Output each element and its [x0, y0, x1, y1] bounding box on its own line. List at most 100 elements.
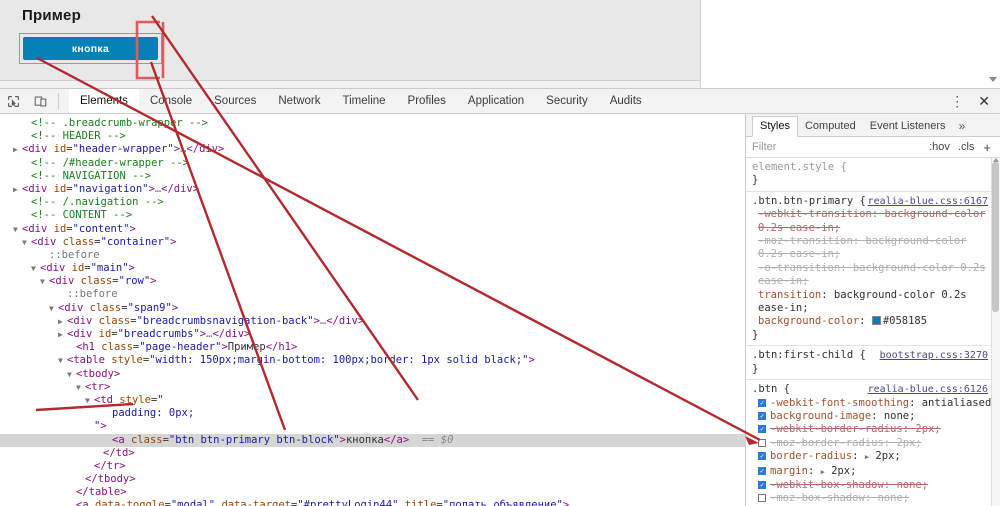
style-declaration[interactable]: -moz-transition: background-color 0.2s e…: [752, 235, 998, 262]
style-declaration[interactable]: background-image: none;: [752, 410, 998, 423]
dom-node-line[interactable]: ▼ <div class="container">: [0, 236, 745, 249]
style-declaration[interactable]: -webkit-border-radius: 2px;: [752, 423, 998, 436]
dom-node-line[interactable]: ▼ <div id="main">: [0, 262, 745, 275]
declaration-checkbox[interactable]: [758, 398, 766, 408]
expand-triangle-icon[interactable]: ▶: [821, 466, 825, 479]
tab-application[interactable]: Application: [457, 89, 535, 113]
style-declaration[interactable]: -webkit-transition: background-color 0.2…: [752, 208, 998, 235]
style-rule-selector[interactable]: .btn {: [752, 383, 790, 396]
dom-node-line[interactable]: ">: [0, 420, 745, 433]
cls-toggle-button[interactable]: .cls: [954, 141, 979, 153]
dom-node-line[interactable]: <!-- /.navigation -->: [0, 196, 745, 209]
disclosure-triangle-icon[interactable]: ▼: [76, 381, 85, 394]
style-rule-selector[interactable]: .btn:first-child {: [752, 349, 866, 362]
declaration-checkbox[interactable]: [758, 451, 766, 461]
dom-node-line[interactable]: ::before: [0, 249, 745, 262]
dom-tree[interactable]: <!-- .breadcrumb-wrapper --> <!-- HEADER …: [0, 115, 745, 506]
dom-node-line[interactable]: <!-- HEADER -->: [0, 130, 745, 143]
dom-node-line[interactable]: ▼ <div class="span9">: [0, 302, 745, 315]
stylesheet-source-link[interactable]: realia-blue.css:6126: [868, 383, 998, 396]
dom-node-line[interactable]: </tbody>: [0, 473, 745, 486]
tab-sources[interactable]: Sources: [203, 89, 267, 113]
dom-node-line[interactable]: </td>: [0, 447, 745, 460]
new-style-rule-button[interactable]: +: [978, 141, 994, 154]
color-swatch[interactable]: [871, 316, 881, 326]
style-rule[interactable]: .btn:first-child {bootstrap.css:3270}: [746, 345, 1000, 376]
disclosure-triangle-icon[interactable]: ▶: [58, 328, 67, 341]
vertical-dots-icon[interactable]: ⋮: [944, 94, 970, 108]
close-icon[interactable]: ✕: [972, 93, 996, 110]
dom-node-line[interactable]: <!-- CONTENT -->: [0, 209, 745, 222]
disclosure-triangle-icon[interactable]: ▶: [13, 143, 22, 156]
dom-node-line[interactable]: <h1 class="page-header">Пример</h1>: [0, 341, 745, 354]
tab-computed[interactable]: Computed: [798, 117, 863, 136]
style-rule-selector[interactable]: .btn.btn-primary {: [752, 195, 866, 208]
style-declaration[interactable]: -moz-box-shadow: none;: [752, 492, 998, 505]
dom-node-line[interactable]: </table>: [0, 486, 745, 499]
hov-toggle-button[interactable]: :hov: [925, 141, 954, 153]
disclosure-triangle-icon[interactable]: ▼: [22, 236, 31, 249]
style-declaration[interactable]: background-color: #058185: [752, 315, 998, 328]
dom-node-line[interactable]: ▼ <tr>: [0, 381, 745, 394]
more-tabs-icon[interactable]: »: [953, 116, 972, 136]
disclosure-triangle-icon[interactable]: ▼: [31, 262, 40, 275]
device-toolbar-icon[interactable]: [27, 89, 54, 113]
disclosure-triangle-icon[interactable]: ▼: [58, 354, 67, 367]
dom-node-line[interactable]: <!-- /#header-wrapper -->: [0, 157, 745, 170]
primary-button[interactable]: кнопка: [23, 37, 158, 60]
disclosure-triangle-icon[interactable]: ▼: [85, 394, 94, 407]
styles-rules-list[interactable]: element.style {} .btn.btn-primary {realia…: [746, 158, 1000, 506]
dom-node-line[interactable]: <!-- NAVIGATION -->: [0, 170, 745, 183]
styles-scrollbar-thumb[interactable]: [992, 162, 999, 312]
disclosure-triangle-icon[interactable]: ▶: [58, 315, 67, 328]
style-rule[interactable]: .btn { realia-blue.css:6126-webkit-font-s…: [746, 379, 1000, 506]
inspect-element-icon[interactable]: [0, 89, 27, 113]
declaration-checkbox[interactable]: [758, 411, 766, 421]
declaration-checkbox[interactable]: [758, 438, 766, 447]
dom-node-line[interactable]: ▶ <div id="header-wrapper">…</div>: [0, 143, 745, 156]
declaration-checkbox[interactable]: [758, 424, 766, 434]
disclosure-triangle-icon[interactable]: ▼: [40, 275, 49, 288]
declaration-checkbox[interactable]: [758, 494, 766, 503]
style-rule[interactable]: .btn.btn-primary {realia-blue.css:6167 -w…: [746, 190, 1000, 342]
style-rule[interactable]: element.style {}: [746, 161, 1000, 188]
tab-audits[interactable]: Audits: [599, 89, 653, 113]
dom-node-line[interactable]: ▼ <div class="row">: [0, 275, 745, 288]
style-declaration[interactable]: transition: background-color 0.2s ease-i…: [752, 289, 998, 316]
dom-node-line[interactable]: ::before: [0, 288, 745, 301]
disclosure-triangle-icon[interactable]: ▼: [49, 302, 58, 315]
style-declaration[interactable]: border-radius: ▶ 2px;: [752, 450, 998, 464]
dom-node-line[interactable]: padding: 0px;: [0, 407, 745, 420]
tab-console[interactable]: Console: [139, 89, 203, 113]
tab-security[interactable]: Security: [535, 89, 599, 113]
dom-node-line[interactable]: ▶ <div class="breadcrumbsnavigation-back"…: [0, 315, 745, 328]
tab-timeline[interactable]: Timeline: [332, 89, 397, 113]
tab-profiles[interactable]: Profiles: [397, 89, 457, 113]
dom-node-line[interactable]: ▶ <div id="navigation">…</div>: [0, 183, 745, 196]
tab-event-listeners[interactable]: Event Listeners: [863, 117, 953, 136]
dom-node-line[interactable]: <!-- .breadcrumb-wrapper -->: [0, 117, 745, 130]
style-declaration[interactable]: margin: ▶ 2px;: [752, 465, 998, 479]
tab-network[interactable]: Network: [267, 89, 331, 113]
disclosure-triangle-icon[interactable]: ▼: [13, 223, 22, 236]
dom-node-line[interactable]: ▼ <td style=": [0, 394, 745, 407]
style-declaration[interactable]: -webkit-font-smoothing: antialiased;: [752, 397, 998, 410]
styles-filter-input[interactable]: Filter: [752, 141, 925, 153]
style-declaration[interactable]: -webkit-box-shadow: none;: [752, 479, 998, 492]
disclosure-triangle-icon[interactable]: ▼: [67, 368, 76, 381]
tab-elements[interactable]: Elements: [69, 89, 139, 113]
disclosure-triangle-icon[interactable]: ▶: [13, 183, 22, 196]
tab-styles[interactable]: Styles: [752, 116, 798, 137]
dom-node-line[interactable]: ▼ <div id="content">: [0, 223, 745, 236]
expand-triangle-icon[interactable]: ▶: [865, 451, 869, 464]
stylesheet-source-link[interactable]: realia-blue.css:6167: [868, 195, 998, 208]
styles-scrollbar[interactable]: [991, 158, 1000, 506]
declaration-checkbox[interactable]: [758, 480, 766, 490]
declaration-checkbox[interactable]: [758, 466, 766, 476]
elements-pane[interactable]: <!-- .breadcrumb-wrapper --> <!-- HEADER …: [0, 114, 745, 506]
dom-node-line[interactable]: <a class="btn btn-primary btn-block">кно…: [0, 433, 745, 447]
style-rule-selector[interactable]: element.style {: [752, 161, 847, 174]
dom-node-line[interactable]: <a data-toggle="modal" data-target="#pre…: [0, 499, 745, 506]
style-declaration[interactable]: -moz-border-radius: 2px;: [752, 437, 998, 450]
dom-node-line[interactable]: ▼ <tbody>: [0, 368, 745, 381]
